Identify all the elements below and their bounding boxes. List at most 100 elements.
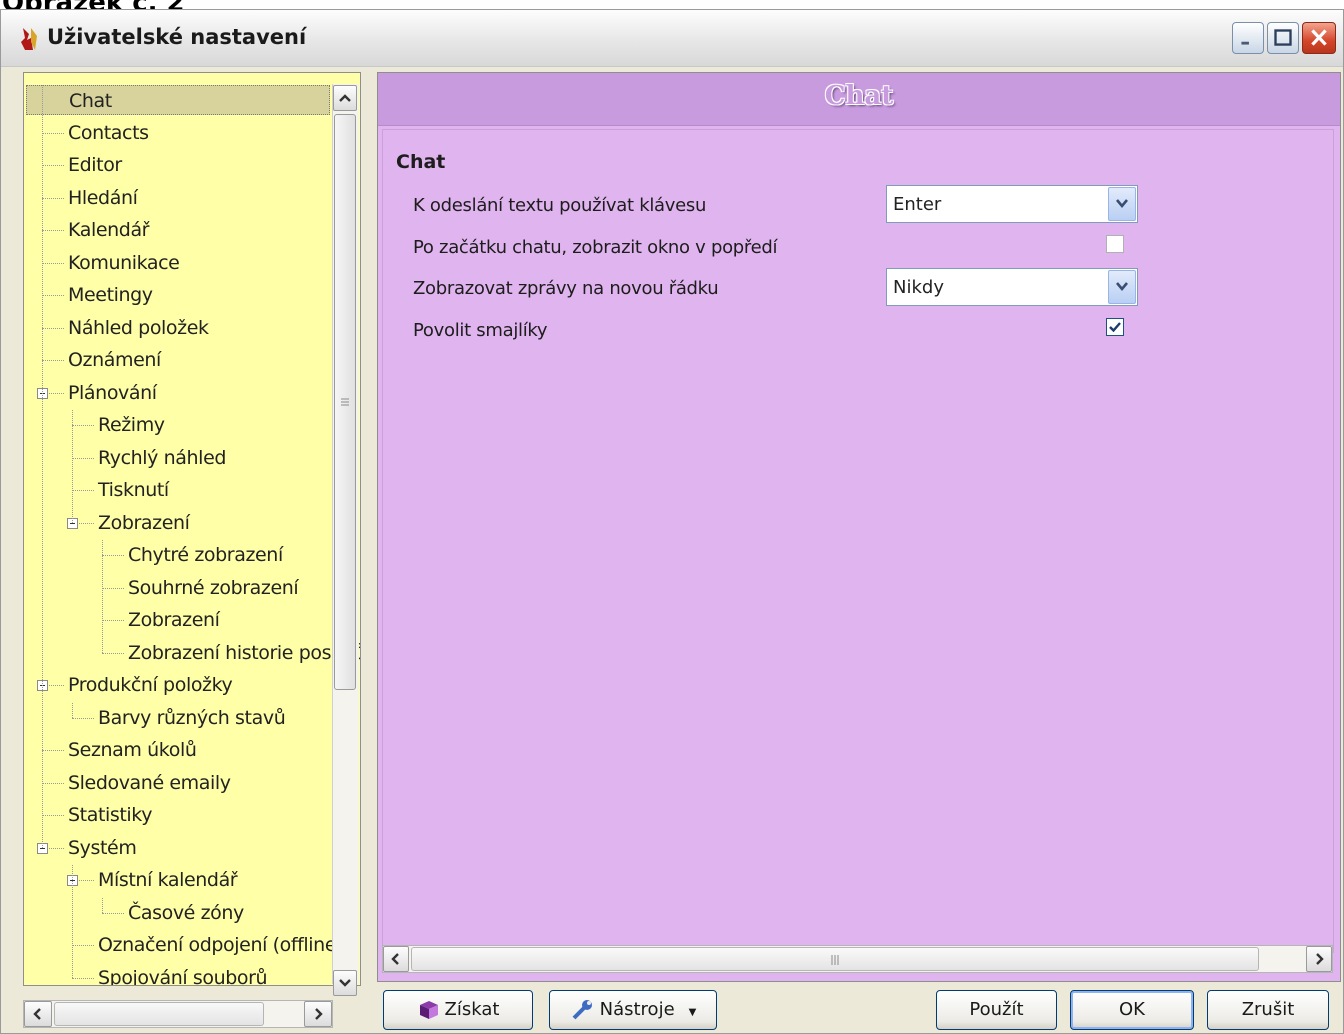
chevron-right-icon: [1316, 953, 1324, 965]
tree-item[interactable]: Produkční položky: [68, 670, 233, 700]
ok-label: OK: [1119, 999, 1145, 1020]
tree-item[interactable]: Barvy různých stavů: [98, 703, 286, 733]
tree-guide-line: [72, 410, 73, 523]
tree-item[interactable]: Systém: [68, 833, 137, 863]
help-button[interactable]: Získat pomoc▼: [383, 990, 533, 1030]
close-button[interactable]: [1302, 22, 1336, 54]
tree-guide-line: [72, 865, 73, 978]
apply-button[interactable]: Použít: [936, 990, 1057, 1030]
title-bar[interactable]: Uživatelské nastavení: [1, 10, 1343, 67]
section-title: Chat: [396, 151, 446, 173]
tree-scroll-thumb[interactable]: [334, 114, 356, 690]
tree-item[interactable]: Místní kalendář: [98, 865, 238, 895]
tree-item[interactable]: Seznam úkolů: [68, 735, 197, 765]
tree-connector: [72, 457, 94, 459]
scroll-right-button[interactable]: [304, 1001, 332, 1027]
tree-item[interactable]: Hledání: [68, 183, 138, 213]
scroll-left-button[interactable]: [383, 946, 409, 972]
tree-horizontal-scrollbar[interactable]: [23, 1000, 333, 1028]
tree-guide-line: [102, 897, 103, 913]
tree-connector: [72, 717, 94, 719]
caret-down-icon: ▼: [688, 1007, 697, 1018]
tree-connector: [42, 815, 64, 816]
panel-header: Chat: [378, 73, 1340, 126]
tools-button[interactable]: Nástroje ▼: [549, 990, 717, 1030]
tree-item[interactable]: Oznámení: [68, 345, 161, 375]
app-flame-icon: [21, 28, 37, 50]
grip-icon: [831, 955, 839, 965]
tree-item[interactable]: Zobrazení: [98, 508, 190, 538]
send-key-select[interactable]: Enter: [886, 185, 1138, 223]
tree-item[interactable]: Statistiky: [68, 800, 152, 830]
tree-connector: [42, 165, 64, 166]
tree-connector: [42, 230, 64, 231]
tree-item[interactable]: Spojování souborů: [98, 963, 268, 986]
close-icon: [1311, 29, 1327, 46]
tree-item[interactable]: Plánování: [68, 378, 157, 408]
tree-connector: [42, 360, 64, 361]
chevron-down-icon: [1116, 199, 1128, 209]
minimize-button[interactable]: [1232, 22, 1264, 54]
tree-item[interactable]: Tisknutí: [98, 475, 169, 505]
grip-icon: [341, 398, 349, 406]
setting-label-foreground: Po začátku chatu, zobrazit okno v popřed…: [413, 237, 778, 258]
chevron-down-icon: [339, 979, 351, 987]
tree-connector: [102, 912, 124, 914]
settings-window: Uživatelské nastavení Chat Contacts Editor…: [0, 9, 1344, 1034]
foreground-checkbox[interactable]: [1106, 235, 1124, 253]
tree-item[interactable]: Chat: [26, 85, 330, 115]
tree-hscroll-thumb[interactable]: [54, 1002, 264, 1026]
tree-item[interactable]: Contacts: [68, 118, 149, 148]
help-book-icon: [419, 1001, 438, 1019]
scroll-right-button[interactable]: [1306, 946, 1332, 972]
tree-item[interactable]: Rychlý náhled: [98, 443, 226, 473]
tree-item[interactable]: Kalendář: [68, 215, 150, 245]
maximize-button[interactable]: [1267, 22, 1299, 54]
tree-item[interactable]: Časové zóny: [128, 898, 244, 928]
checkmark-icon: [1109, 322, 1121, 333]
smileys-checkbox[interactable]: [1106, 318, 1124, 336]
tree-item[interactable]: Souhrné zobrazení: [128, 573, 299, 603]
tree-item[interactable]: Sledované emaily: [68, 768, 231, 798]
tree-item[interactable]: Editor: [68, 150, 122, 180]
tree-connector: [42, 132, 64, 134]
setting-label-smileys: Povolit smajlíky: [413, 320, 548, 341]
setting-label-newline: Zobrazovat zprávy na novou řádku: [413, 278, 719, 299]
scroll-left-button[interactable]: [24, 1001, 52, 1027]
window-title: Uživatelské nastavení: [47, 25, 307, 49]
tree-connector: [42, 262, 64, 264]
dropdown-button[interactable]: [1108, 270, 1136, 304]
tree-item[interactable]: Režimy: [98, 410, 165, 440]
tree-guide-line: [42, 85, 43, 848]
chevron-right-icon: [315, 1008, 323, 1020]
panel-horizontal-scrollbar[interactable]: [382, 945, 1333, 973]
chevron-left-icon: [391, 953, 399, 965]
scroll-up-button[interactable]: [333, 85, 357, 111]
scroll-down-button[interactable]: [333, 970, 357, 996]
tree-item[interactable]: Zobrazení historie posunů: [128, 638, 360, 668]
panel-title: Chat: [824, 81, 894, 111]
setting-label-send-key: K odeslání textu používat klávesu: [413, 195, 707, 216]
tree-item[interactable]: Zobrazení: [128, 605, 220, 635]
tree-connector: [42, 197, 64, 199]
chevron-down-icon: [1116, 282, 1128, 292]
tree-item[interactable]: Chytré zobrazení: [128, 540, 283, 570]
tree-connector: [72, 425, 94, 426]
dropdown-button[interactable]: [1108, 187, 1136, 221]
send-key-value: Enter: [893, 194, 942, 215]
cancel-button[interactable]: Zrušit: [1207, 990, 1329, 1030]
ok-button[interactable]: OK: [1070, 990, 1194, 1030]
tree-item[interactable]: Komunikace: [68, 248, 180, 278]
maximize-icon: [1274, 29, 1292, 46]
panel-hscroll-thumb[interactable]: [411, 947, 1259, 971]
cancel-label: Zrušit: [1241, 999, 1295, 1020]
tree-item[interactable]: Náhled položek: [68, 313, 209, 343]
tree-connector: [72, 490, 94, 491]
newline-select[interactable]: Nikdy: [886, 268, 1138, 306]
tree-item[interactable]: Označení odpojení (offline): [98, 930, 344, 960]
tree-connector: [102, 587, 124, 589]
tree-item[interactable]: Meetingy: [68, 280, 153, 310]
tree-connector: [102, 620, 124, 621]
tree-guide-line: [72, 702, 73, 718]
tree-guide-line: [102, 540, 103, 653]
